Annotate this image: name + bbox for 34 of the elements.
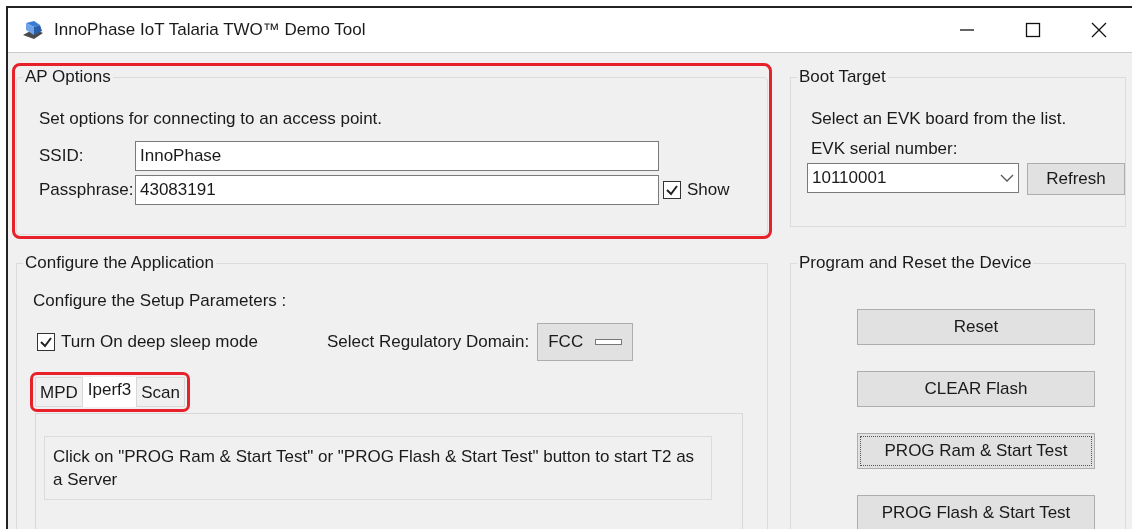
- maximize-icon: [1025, 22, 1041, 38]
- checkbox-label: Turn On deep sleep mode: [61, 332, 258, 352]
- chevron-down-icon: [1000, 173, 1014, 183]
- action-button[interactable]: PROG Ram & Start Test: [857, 433, 1095, 469]
- dropdown-bar-icon: [595, 339, 623, 345]
- tab[interactable]: Scan: [136, 377, 185, 407]
- regulatory-dropdown[interactable]: FCC: [537, 323, 634, 361]
- tab[interactable]: MPD: [35, 377, 83, 407]
- minimize-icon: [959, 29, 975, 31]
- field-label: Passphrase:: [39, 180, 135, 200]
- group-title: Program and Reset the Device: [798, 253, 1033, 273]
- checkbox[interactable]: [37, 333, 55, 351]
- close-icon: [1091, 22, 1107, 38]
- group-title: Configure the Application: [24, 253, 216, 273]
- field-label: EVK serial number:: [811, 139, 958, 159]
- group-title: AP Options: [24, 67, 112, 87]
- checkbox[interactable]: [663, 181, 681, 199]
- action-button[interactable]: Reset: [857, 309, 1095, 345]
- ssid-field[interactable]: InnoPhase: [135, 141, 659, 171]
- serial-dropdown[interactable]: 10110001: [807, 163, 1019, 193]
- passphrase-field[interactable]: 43083191: [135, 175, 659, 205]
- action-button[interactable]: PROG Flash & Start Test: [857, 495, 1095, 529]
- checkbox-label: Show: [687, 180, 730, 200]
- description-text: Set options for connecting to an access point.: [39, 109, 383, 129]
- section-label: Configure the Setup Parameters :: [33, 291, 287, 311]
- info-text: Click on "PROG Ram & Start Test" or "PROG Flash & Start Test" button to start T2 as a Server: [44, 436, 712, 500]
- action-button[interactable]: CLEAR Flash: [857, 371, 1095, 407]
- description-text: Select an EVK board from the list.: [811, 109, 1067, 129]
- window-title: InnoPhase IoT Talaria TWO™ Demo Tool: [54, 20, 366, 40]
- group-title: Boot Target: [798, 67, 887, 87]
- tab[interactable]: Iperf3: [82, 377, 137, 407]
- refresh-button[interactable]: Refresh: [1027, 163, 1125, 195]
- field-label: Select Regulatory Domain:: [327, 332, 530, 352]
- field-label: SSID:: [39, 146, 85, 166]
